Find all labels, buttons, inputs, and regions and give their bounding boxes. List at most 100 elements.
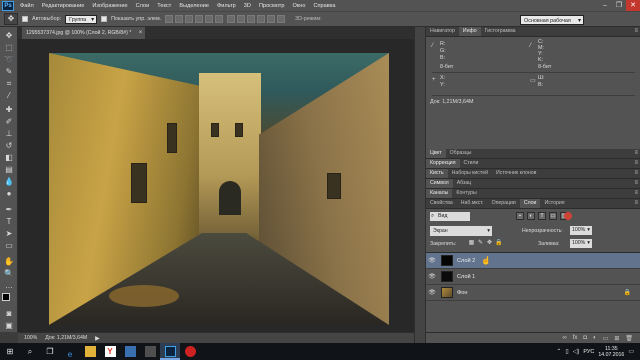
visibility-eye-icon[interactable]: 👁 xyxy=(426,257,438,264)
filter-adjustment-icon[interactable]: ◐ xyxy=(527,212,535,220)
tab-layers[interactable]: Слои xyxy=(519,199,541,208)
show-controls-checkbox[interactable] xyxy=(101,16,108,22)
move-tool-icon[interactable]: ✥ xyxy=(3,31,15,41)
task-view-icon[interactable]: ❐ xyxy=(40,343,60,360)
network-icon[interactable]: ▯ xyxy=(565,348,568,355)
recorder-icon[interactable] xyxy=(180,343,200,360)
new-layer-icon[interactable]: ⊞ xyxy=(614,335,619,342)
tab-styles[interactable]: Стили xyxy=(460,159,483,168)
menu-view[interactable]: Просмотр xyxy=(255,3,289,9)
tab-operations[interactable]: Операции xyxy=(488,199,520,208)
dodge-tool-icon[interactable]: ● xyxy=(3,189,15,199)
close-tab-icon[interactable]: × xyxy=(139,27,143,39)
panel-menu-icon[interactable]: ≡ xyxy=(631,199,640,208)
menu-type[interactable]: Текст xyxy=(153,3,175,9)
status-menu-arrow-icon[interactable]: ▶ xyxy=(95,335,100,342)
visibility-eye-icon[interactable]: 👁 xyxy=(426,273,438,280)
quick-select-tool-icon[interactable]: ✎ xyxy=(3,67,15,77)
tab-actions-sets[interactable]: Наб.мкст. xyxy=(457,199,488,208)
document-tab[interactable]: 1295537374.jpg @ 100% (Слой 2, RGB/8#) *… xyxy=(22,27,146,39)
menu-file[interactable]: Файл xyxy=(16,3,38,9)
shape-tool-icon[interactable]: ▭ xyxy=(3,241,15,251)
zoom-tool-icon[interactable]: 🔍 xyxy=(3,269,15,279)
panel-menu-icon[interactable]: ≡ xyxy=(631,159,640,168)
lock-transparency-icon[interactable]: ▦ xyxy=(468,239,475,247)
menu-filter[interactable]: Фильтр xyxy=(213,3,240,9)
brush-tool-icon[interactable]: ✐ xyxy=(3,117,15,127)
filter-pixel-icon[interactable]: ▪ xyxy=(516,212,524,220)
menu-help[interactable]: Справка xyxy=(309,3,339,9)
adjustment-layer-icon[interactable]: ◐ xyxy=(593,335,597,341)
tab-navigator[interactable]: Навигатор xyxy=(426,27,459,36)
notifications-icon[interactable]: ▭ xyxy=(628,348,634,355)
zoom-field[interactable]: 100% xyxy=(24,335,37,341)
distribute-left-icon[interactable] xyxy=(257,15,266,23)
menu-3d[interactable]: 3D xyxy=(240,3,255,9)
distribute-hcenter-icon[interactable] xyxy=(267,15,276,23)
align-left-icon[interactable] xyxy=(195,15,204,23)
edge-browser-icon[interactable]: e xyxy=(60,343,80,360)
menu-select[interactable]: Выделение xyxy=(175,3,213,9)
panel-menu-icon[interactable]: ≡ xyxy=(631,179,640,188)
document-image[interactable] xyxy=(49,53,389,325)
menu-layers[interactable]: Слои xyxy=(132,3,154,9)
align-right-icon[interactable] xyxy=(215,15,224,23)
file-explorer-icon[interactable] xyxy=(80,343,100,360)
move-tool-preset-icon[interactable]: ✥ xyxy=(4,13,18,25)
screen-mode-icon[interactable]: ▣ xyxy=(3,321,15,331)
distribute-vcenter-icon[interactable] xyxy=(237,15,246,23)
align-vcenter-icon[interactable] xyxy=(175,15,184,23)
language-indicator[interactable]: РУС xyxy=(583,349,594,355)
tab-properties[interactable]: Свойства xyxy=(426,199,457,208)
layer-style-icon[interactable]: fx xyxy=(573,335,578,341)
panel-menu-icon[interactable]: ≡ xyxy=(631,169,640,178)
store-icon[interactable] xyxy=(120,343,140,360)
autoselect-dropdown[interactable]: Группа xyxy=(65,14,98,25)
blur-tool-icon[interactable]: 💧 xyxy=(3,177,15,187)
app-icon[interactable] xyxy=(140,343,160,360)
canvas-area[interactable] xyxy=(18,39,414,332)
tab-paths[interactable]: Контуры xyxy=(452,189,480,198)
blend-mode-dropdown[interactable]: Экран xyxy=(430,226,492,236)
gradient-tool-icon[interactable]: ▤ xyxy=(3,165,15,175)
distribute-bottom-icon[interactable] xyxy=(247,15,256,23)
layer-row[interactable]: 👁 Слой 1 xyxy=(426,269,640,285)
distribute-right-icon[interactable] xyxy=(277,15,286,23)
menu-image[interactable]: Изображение xyxy=(88,3,131,9)
filter-shape-icon[interactable]: ▭ xyxy=(549,212,557,220)
tab-paragraph[interactable]: Абзац xyxy=(453,179,476,188)
autoselect-checkbox[interactable] xyxy=(22,16,28,22)
healing-brush-tool-icon[interactable]: ✚ xyxy=(3,105,15,115)
panel-menu-icon[interactable]: ≡ xyxy=(631,27,640,36)
align-top-icon[interactable] xyxy=(165,15,174,23)
volume-icon[interactable]: ◁) xyxy=(573,348,580,355)
workspace-dropdown[interactable]: Основная рабочая среда xyxy=(520,15,584,34)
lasso-tool-icon[interactable]: ➰ xyxy=(3,55,15,65)
distribute-top-icon[interactable] xyxy=(227,15,236,23)
panel-menu-icon[interactable]: ≡ xyxy=(631,189,640,198)
layer-row[interactable]: 👁 Слой 2 ☝ xyxy=(426,253,640,269)
quick-mask-icon[interactable]: ◙ xyxy=(3,309,15,319)
tab-brush-presets[interactable]: Наборы кистей xyxy=(448,169,492,178)
panel-menu-icon[interactable]: ≡ xyxy=(631,149,640,158)
photoshop-taskbar-icon[interactable] xyxy=(160,343,180,360)
filter-toggle-icon[interactable] xyxy=(564,212,572,220)
path-selection-tool-icon[interactable]: ➤ xyxy=(3,229,15,239)
tab-adjustments[interactable]: Коррекция xyxy=(426,159,460,168)
opacity-field[interactable]: 100% xyxy=(570,226,592,235)
hand-tool-icon[interactable]: ✋ xyxy=(3,257,15,267)
eraser-tool-icon[interactable]: ◧ xyxy=(3,153,15,163)
foreground-color-swatch[interactable] xyxy=(2,293,10,301)
tab-channels[interactable]: Каналы xyxy=(426,189,453,198)
tray-up-arrow-icon[interactable]: ⌃ xyxy=(556,348,561,355)
tab-character[interactable]: Символ xyxy=(426,179,453,188)
start-button-icon[interactable]: ⊞ xyxy=(0,343,20,360)
tab-brush[interactable]: Кисть xyxy=(426,169,448,178)
fill-field[interactable]: 100% xyxy=(570,239,592,248)
crop-tool-icon[interactable]: ⌗ xyxy=(3,79,15,89)
delete-layer-icon[interactable]: 🗑 xyxy=(625,335,633,342)
close-icon[interactable]: ✕ xyxy=(626,0,640,11)
visibility-eye-icon[interactable]: 👁 xyxy=(426,289,438,296)
yandex-browser-icon[interactable]: Y xyxy=(100,343,120,360)
filter-type-icon[interactable]: T xyxy=(538,212,546,220)
